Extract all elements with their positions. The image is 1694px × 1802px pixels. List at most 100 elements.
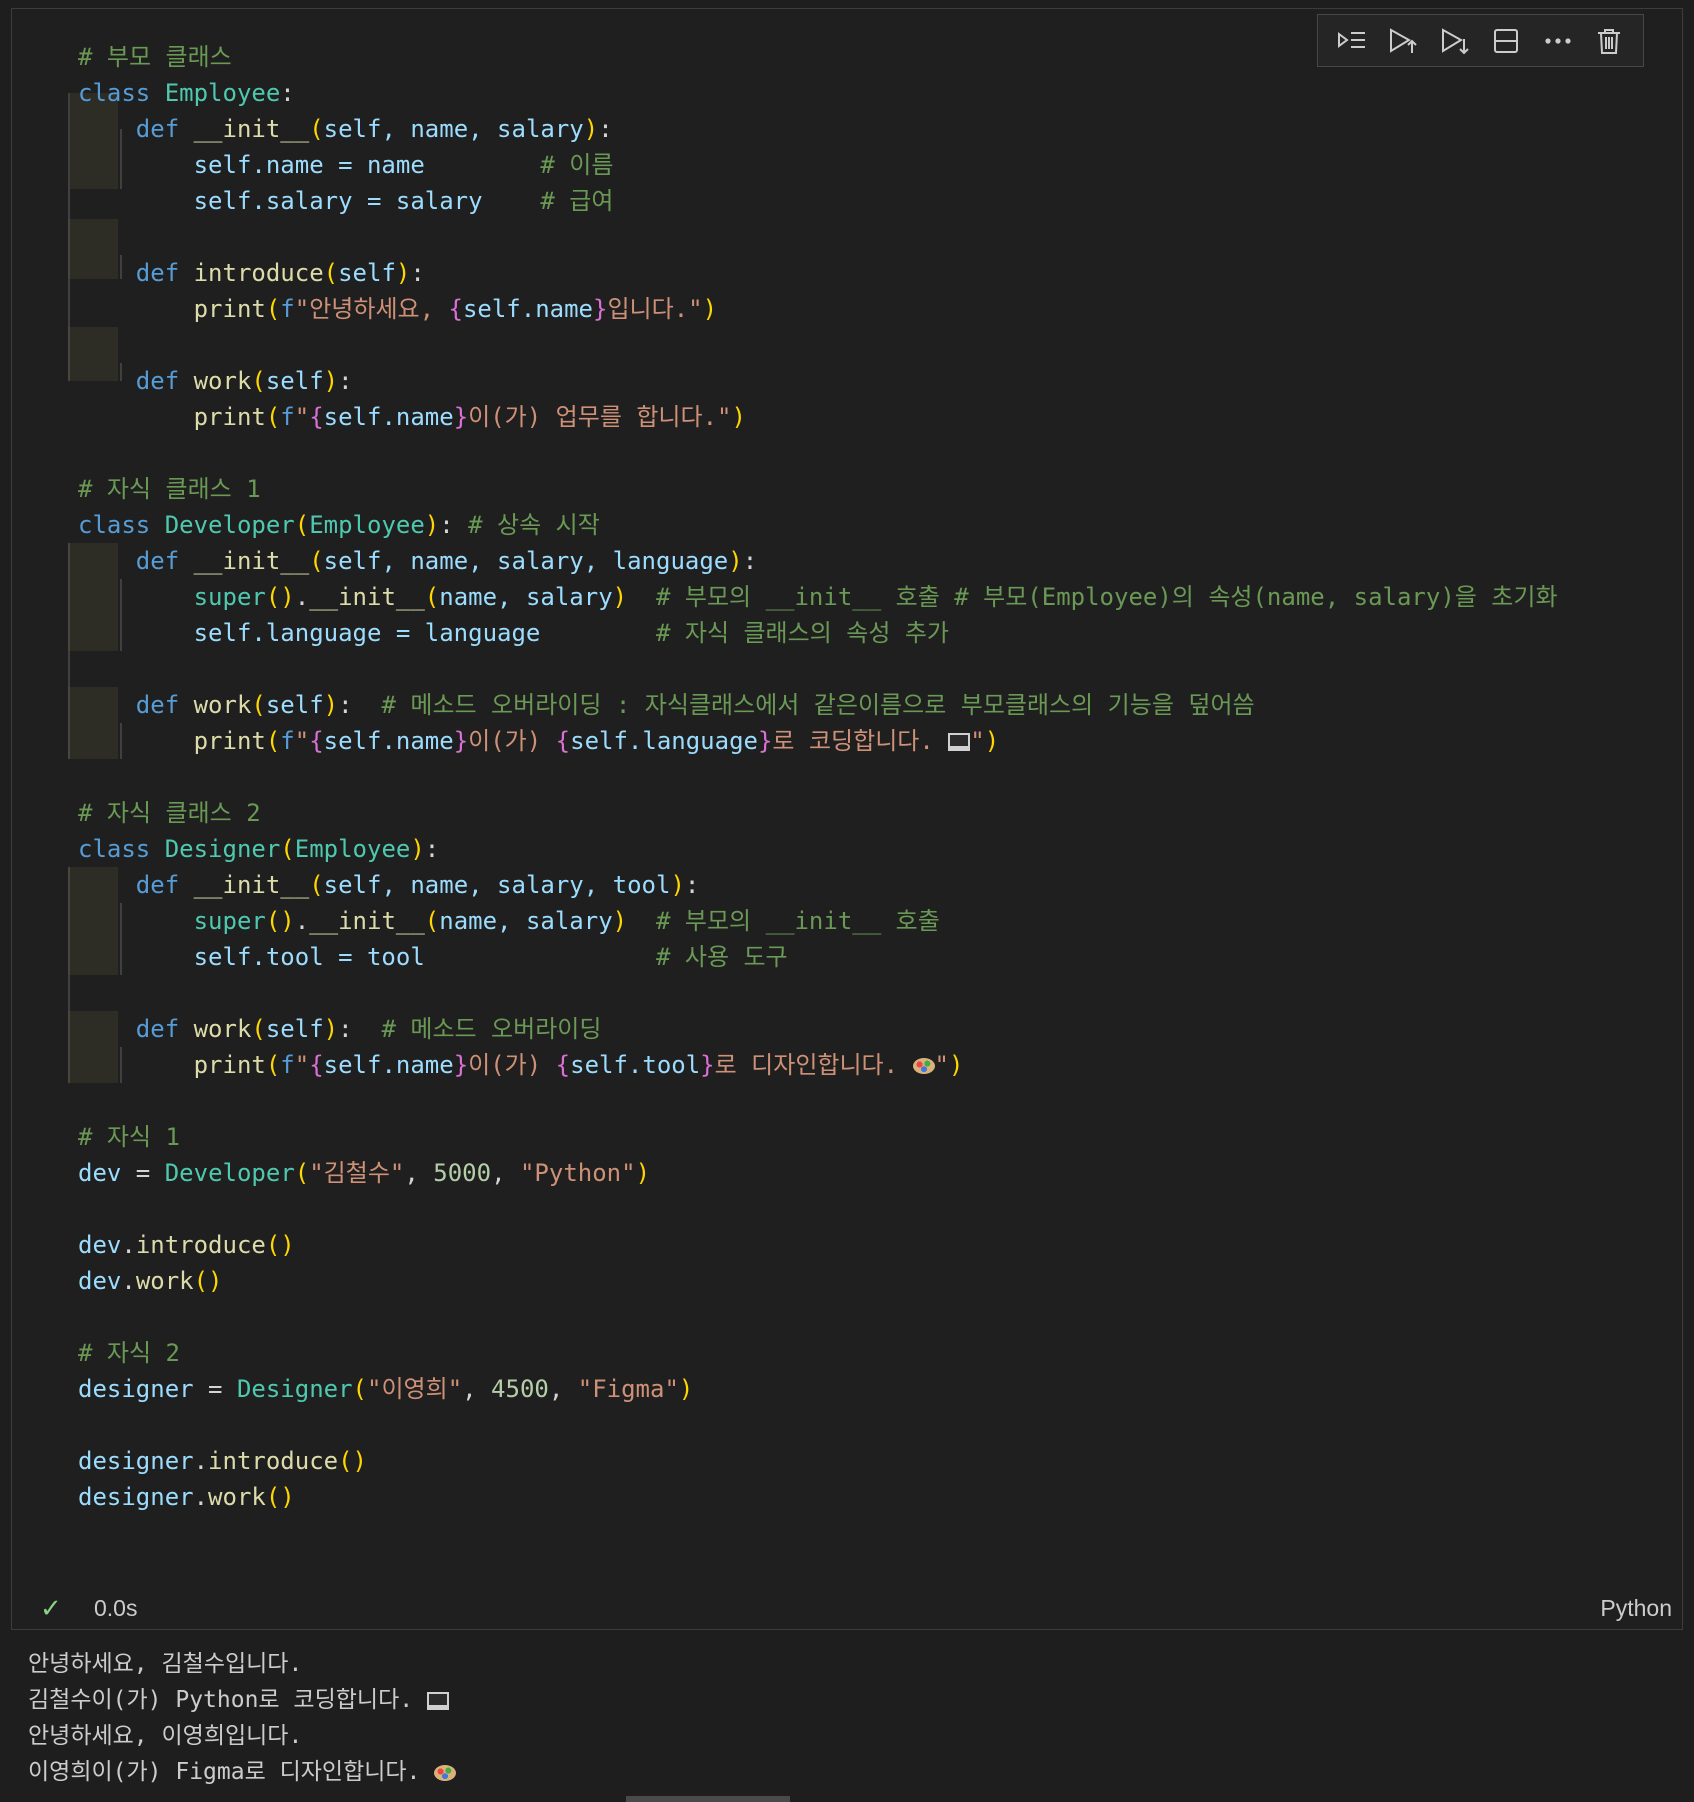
cell-output: 안녕하세요, 김철수입니다. 김철수이(가) Python로 코딩합니다. 안녕하… bbox=[28, 1646, 457, 1790]
delete-cell-icon bbox=[1598, 28, 1621, 54]
fstring-prefix: f bbox=[280, 727, 295, 755]
args: name, salary bbox=[439, 907, 613, 935]
output-line: 안녕하세요, 김철수입니다. bbox=[28, 1651, 303, 1677]
comment: # 상속 시작 bbox=[468, 511, 600, 539]
output-line: 이영희이(가) Figma로 디자인합니다. bbox=[28, 1754, 457, 1790]
param: self bbox=[265, 1015, 324, 1043]
params: self, name, salary bbox=[323, 115, 584, 143]
keyword: class bbox=[78, 79, 151, 107]
method-call: work bbox=[208, 1483, 266, 1511]
string: " bbox=[294, 403, 310, 431]
string: " bbox=[294, 1051, 310, 1079]
comment: # 메소드 오버라이딩 bbox=[381, 1015, 602, 1043]
args: name, salary bbox=[439, 583, 613, 611]
horizontal-scrollbar[interactable] bbox=[626, 1796, 790, 1802]
comment: # 부모의 __init__ 호출 bbox=[656, 907, 940, 935]
class-name: Developer bbox=[164, 1159, 295, 1187]
variable: designer bbox=[78, 1375, 194, 1403]
comment: # 자식 클래스 2 bbox=[78, 799, 261, 827]
success-check-icon: ✓ bbox=[40, 1593, 62, 1623]
comment: # 자식 1 bbox=[78, 1123, 180, 1151]
method-call: __init__ bbox=[309, 583, 425, 611]
fstring-prefix: f bbox=[280, 1051, 295, 1079]
palette-icon bbox=[434, 1764, 457, 1781]
palette-icon bbox=[912, 1058, 935, 1074]
params: self, name, salary, language bbox=[323, 547, 729, 575]
comment: # 급여 bbox=[540, 187, 614, 215]
string: "Python" bbox=[519, 1159, 636, 1187]
comment: # 자식 클래스의 속성 추가 bbox=[655, 619, 950, 647]
delete-cell-button[interactable] bbox=[1591, 23, 1627, 59]
keyword: class bbox=[78, 511, 151, 539]
class-name: Employee bbox=[164, 79, 281, 107]
variable: dev bbox=[78, 1159, 122, 1187]
method-call: introduce bbox=[208, 1447, 339, 1475]
keyword: def bbox=[135, 871, 180, 899]
output-text: 이영희이(가) Figma로 디자인합니다. bbox=[28, 1759, 435, 1785]
interpolation: self.name bbox=[323, 727, 454, 755]
execution-time: 0.0s bbox=[94, 1595, 138, 1621]
comment: # 부모의 __init__ 호출 # 부모(Employee)의 속성(nam… bbox=[656, 583, 1558, 611]
builtin: print bbox=[193, 403, 266, 431]
class-name: Designer bbox=[236, 1375, 353, 1403]
variable: designer bbox=[78, 1483, 194, 1511]
laptop-icon bbox=[426, 1691, 449, 1710]
keyword: def bbox=[135, 691, 180, 719]
notebook-cell[interactable]: # 부모 클래스 class Employee: def __init__(sel… bbox=[11, 8, 1683, 1630]
method-call: introduce bbox=[135, 1231, 266, 1259]
function-name: __init__ bbox=[193, 547, 310, 575]
string: 로 코딩합니다. bbox=[772, 727, 949, 755]
string: "Figma" bbox=[577, 1375, 679, 1403]
output-line: 안녕하세요, 이영희입니다. bbox=[28, 1723, 303, 1749]
builtin: super bbox=[193, 907, 266, 935]
builtin: print bbox=[193, 295, 266, 323]
interpolation: self.name bbox=[323, 403, 454, 431]
statement: self.name = name bbox=[193, 151, 425, 179]
builtin: super bbox=[193, 583, 266, 611]
string: 로 디자인합니다. bbox=[714, 1051, 913, 1079]
code-editor[interactable]: # 부모 클래스 class Employee: def __init__(sel… bbox=[78, 39, 1558, 1515]
statement: self.salary = salary bbox=[193, 187, 483, 215]
comment: # 자식 2 bbox=[78, 1339, 180, 1367]
statement: self.tool = tool bbox=[193, 943, 425, 971]
function-name: __init__ bbox=[193, 871, 310, 899]
keyword: class bbox=[78, 835, 151, 863]
method-call: __init__ bbox=[309, 907, 425, 935]
fstring-prefix: f bbox=[280, 295, 295, 323]
param: self bbox=[338, 259, 396, 287]
param: self bbox=[265, 691, 324, 719]
string: 이(가) bbox=[468, 727, 556, 755]
function-name: work bbox=[193, 691, 252, 719]
builtin: print bbox=[193, 1051, 266, 1079]
comment: # 이름 bbox=[540, 151, 614, 179]
class-name: Designer bbox=[164, 835, 281, 863]
number: 4500 bbox=[491, 1375, 549, 1403]
language-selector[interactable]: Python bbox=[1600, 1595, 1672, 1622]
laptop-icon bbox=[948, 733, 971, 751]
function-name: introduce bbox=[193, 259, 324, 287]
comment: # 메소드 오버라이딩 : 자식클래스에서 같은이름으로 부모클래스의 기능을 … bbox=[381, 691, 1255, 719]
class-name: Developer bbox=[164, 511, 295, 539]
comment: # 부모 클래스 bbox=[78, 43, 232, 71]
string: "김철수" bbox=[309, 1159, 405, 1187]
keyword: def bbox=[135, 259, 180, 287]
statement: self.language = language bbox=[193, 619, 541, 647]
string: " bbox=[294, 727, 310, 755]
function-name: work bbox=[193, 1015, 252, 1043]
keyword: def bbox=[135, 367, 180, 395]
output-text: 김철수이(가) Python로 코딩합니다. bbox=[28, 1687, 427, 1713]
params: self, name, salary, tool bbox=[323, 871, 671, 899]
interpolation: self.language bbox=[570, 727, 758, 755]
variable: dev bbox=[78, 1267, 122, 1295]
interpolation: self.name bbox=[462, 295, 593, 323]
comment: # 사용 도구 bbox=[655, 943, 788, 971]
keyword: def bbox=[135, 115, 180, 143]
cell-status-bar: ✓ 0.0s Python bbox=[12, 1589, 1682, 1629]
base-class: Employee bbox=[309, 511, 425, 539]
variable: designer bbox=[78, 1447, 194, 1475]
method-call: work bbox=[135, 1267, 194, 1295]
keyword: def bbox=[135, 1015, 180, 1043]
param: self bbox=[265, 367, 324, 395]
string: " bbox=[970, 727, 985, 755]
builtin: print bbox=[193, 727, 266, 755]
